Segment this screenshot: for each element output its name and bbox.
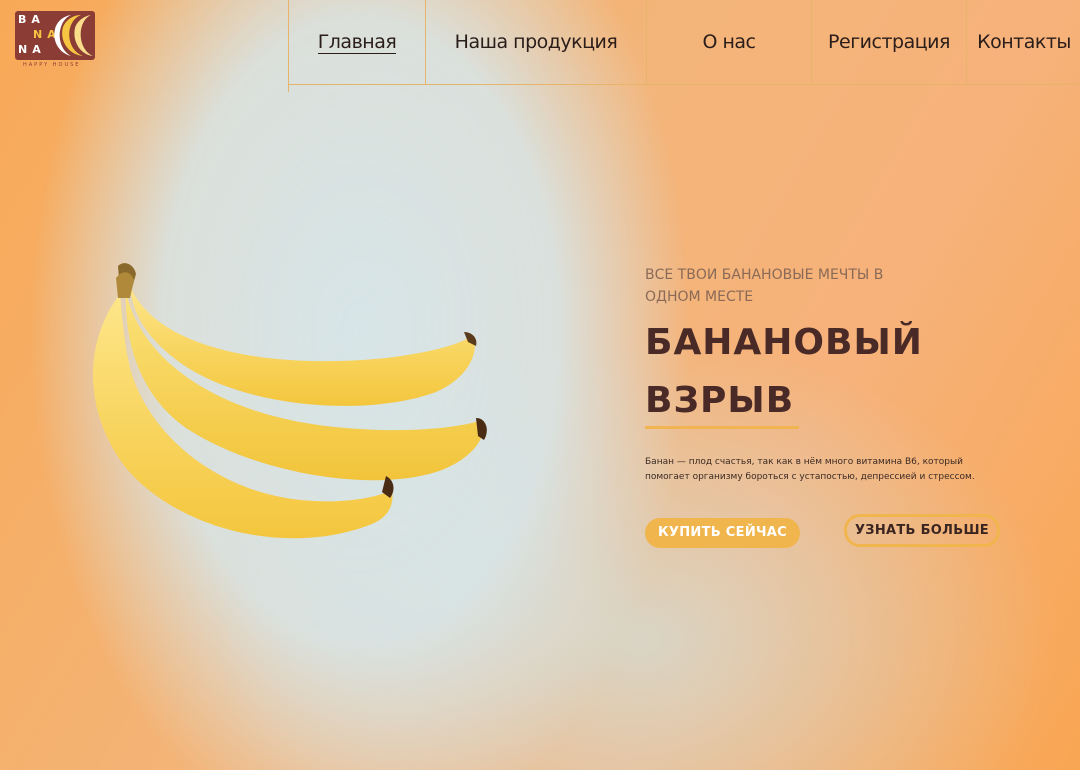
nav-item-label: Главная [317,30,397,54]
nav-item-label: Контакты [977,31,1071,53]
hero-description: Банан — плод счастья, так как в нём мног… [645,457,975,482]
hero-title: БАНАНОВЫЙ ВЗРЫВ [645,322,923,421]
main-nav: Главная Наша продукция О нас Регистрация… [288,0,1080,85]
banana-bunch-image [86,258,496,562]
hero-subtitle: ВСЕ ТВОИ БАНАНОВЫЕ МЕЧТЫ В ОДНОМ МЕСТЕ [645,267,884,305]
nav-divider [288,84,289,92]
logo-tagline: HAPPY HOUSE [23,62,81,68]
nav-item-label: О нас [702,31,756,53]
nav-item-registration[interactable]: Регистрация [811,0,966,84]
nav-item-home[interactable]: Главная [288,0,425,84]
nav-item-label: Регистрация [828,31,950,53]
nav-item-contacts[interactable]: Контакты [966,0,1080,84]
nav-item-label: Наша продукция [454,31,618,53]
banana-crescent-icon [54,15,93,56]
logo[interactable]: BA NA NA HAPPY HOUSE [15,11,97,71]
learn-more-button[interactable]: УЗНАТЬ БОЛЬШЕ [844,514,1000,547]
buy-now-button[interactable]: КУПИТЬ СЕЙЧАС [645,518,800,548]
nav-item-about[interactable]: О нас [646,0,811,84]
hero-section: ВСЕ ТВОИ БАНАНОВЫЕ МЕЧТЫ В ОДНОМ МЕСТЕ Б… [645,264,1025,548]
nav-item-products[interactable]: Наша продукция [425,0,646,84]
